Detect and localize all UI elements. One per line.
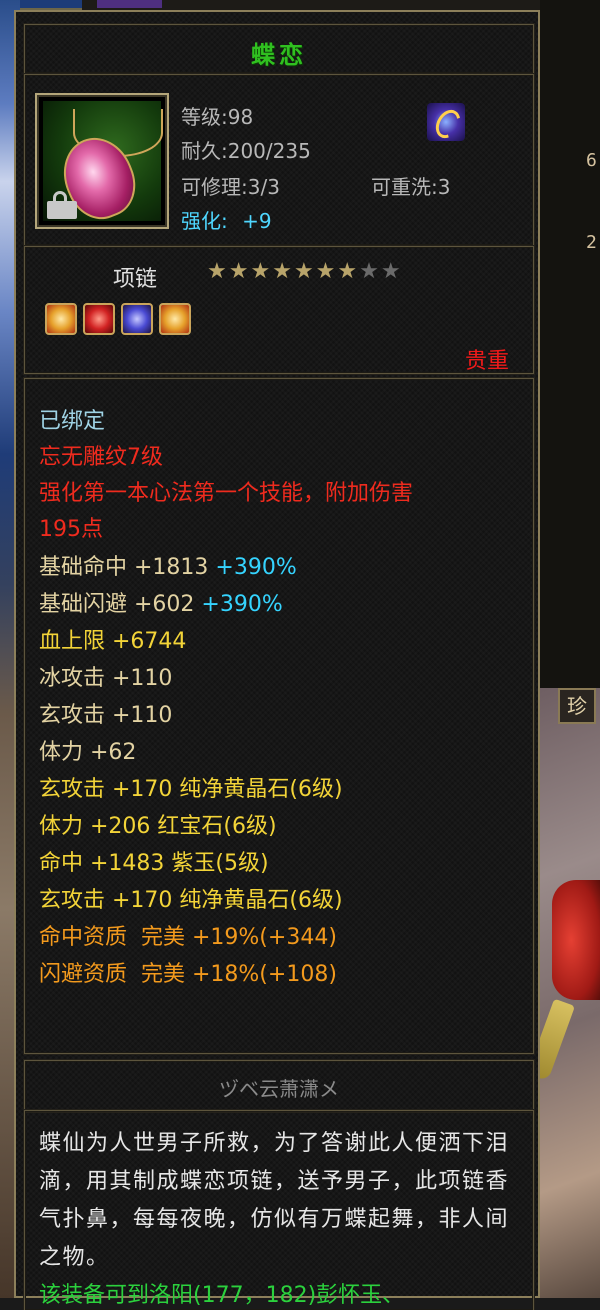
star-filled-icon: ★ [207, 259, 227, 284]
item-name: 蝶恋 [251, 41, 307, 69]
star-empty-icon: ★ [380, 259, 401, 284]
base-hit: 基础命中 +1813 [39, 555, 209, 580]
item-durability: 耐久:200/235 [181, 139, 311, 163]
author-panel: ヅベ云萧潇メ [24, 1060, 534, 1112]
star-filled-icon: ★ [337, 259, 358, 284]
top-tab-1[interactable] [20, 0, 82, 10]
lantern-decoration [552, 880, 600, 1000]
description-footer: 该装备可到洛阳(177，182)彭怀玉、 [39, 1283, 405, 1308]
star-filled-icon: ★ [250, 259, 271, 284]
yellow-gem-icon [45, 303, 77, 335]
engraving-name: 忘无雕纹7级 [39, 445, 163, 470]
gem-bonus-2: 体力 +206 红宝石(6级) [39, 814, 277, 839]
base-dodge-pct: +390% [201, 592, 283, 617]
enhance-value: +9 [242, 209, 272, 233]
bound-status: 已绑定 [39, 409, 106, 434]
treasure-button[interactable]: 珍 [558, 688, 596, 724]
dodge-quality-line: 闪避资质 完美 +18%(+108) [39, 962, 337, 987]
enhance-label: 强化: [181, 209, 228, 233]
yellow-gem-icon [159, 303, 191, 335]
base-dodge: 基础闪避 +602 [39, 592, 195, 617]
rarity-label: 贵重 [464, 349, 509, 374]
top-tab-2[interactable] [97, 0, 162, 8]
crafter-name: ヅベ云萧潇メ [219, 1077, 339, 1101]
hp-line: 血上限 +6744 [39, 629, 187, 654]
item-type: 项链 [113, 267, 158, 292]
gem-slots [45, 303, 197, 339]
title-panel: 蝶恋 [24, 24, 534, 74]
item-level: 等级:98 [181, 105, 254, 129]
purple-gem-icon [121, 303, 153, 335]
star-filled-icon: ★ [315, 259, 336, 284]
bound-lock-icon [47, 191, 77, 219]
base-hit-line: 基础命中 +1813 +390% [39, 549, 297, 581]
set-badge-icon [427, 103, 465, 141]
item-tooltip: 蝶恋 等级:98 耐久:200/235 可修理:3/3 可重洗:3 强化: +9… [14, 10, 540, 1310]
red-gem-icon [83, 303, 115, 335]
info-panel: 等级:98 耐久:200/235 可修理:3/3 可重洗:3 强化: +9 [24, 74, 534, 246]
star-filled-icon: ★ [272, 259, 292, 284]
star-filled-icon: ★ [228, 259, 249, 284]
star-empty-icon: ★ [359, 259, 379, 284]
side-number-2: 2 [586, 232, 597, 253]
item-repair: 可修理:3/3 [181, 175, 280, 199]
base-dodge-line: 基础闪避 +602 +390% [39, 586, 283, 618]
engraving-effect-line-1: 强化第一本心法第一个技能，附加伤害 [39, 481, 414, 506]
gem-bonus-1: 玄攻击 +170 纯净黄晶石(6级) [39, 777, 343, 802]
ice-attack-line: 冰攻击 +110 [39, 666, 173, 691]
base-hit-pct: +390% [215, 555, 297, 580]
item-rewash: 可重洗:3 [371, 175, 451, 199]
necklace-icon [43, 101, 163, 229]
stamina-line: 体力 +62 [39, 740, 137, 765]
hit-quality-line: 命中资质 完美 +19%(+344) [39, 925, 337, 950]
mystic-attack-line: 玄攻击 +110 [39, 703, 173, 728]
star-rating: ★★★★★★★★★ [207, 259, 403, 284]
item-enhance: 强化: +9 [181, 205, 272, 234]
type-panel: 项链 ★★★★★★★★★ 贵重 [24, 246, 534, 374]
side-number-1: 6 [586, 150, 597, 171]
attribute-panel: 已绑定 忘无雕纹7级 强化第一本心法第一个技能，附加伤害 195点 基础命中 +… [24, 378, 534, 1054]
star-filled-icon: ★ [293, 259, 314, 284]
gem-bonus-4: 玄攻击 +170 纯净黄晶石(6级) [39, 888, 343, 913]
item-icon [35, 93, 169, 229]
gem-bonus-3: 命中 +1483 紫玉(5级) [39, 851, 269, 876]
engraving-effect-line-2: 195点 [39, 517, 103, 542]
item-description: 蝶仙为人世男子所救，为了答谢此人便洒下泪滴，用其制成蝶恋项链，送予男子，此项链香… [39, 1131, 510, 1270]
description-panel: 蝶仙为人世男子所救，为了答谢此人便洒下泪滴，用其制成蝶恋项链，送予男子，此项链香… [24, 1110, 534, 1310]
